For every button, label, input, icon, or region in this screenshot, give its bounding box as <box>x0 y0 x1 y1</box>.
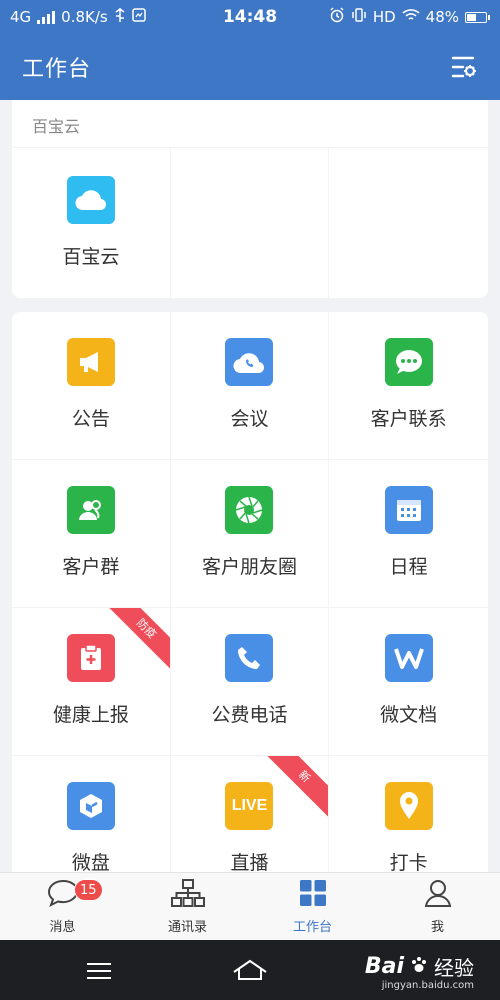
grid-icon <box>298 878 328 912</box>
home-icon[interactable] <box>232 958 268 986</box>
app-label: 微文档 <box>380 704 438 726</box>
app-label: 客户朋友圈 <box>201 556 297 578</box>
person-icon <box>423 878 453 912</box>
group-icon <box>66 486 115 534</box>
watermark-text: 经验 <box>434 956 474 980</box>
notification-icon <box>131 8 146 26</box>
paw-icon <box>410 956 428 978</box>
aperture-icon <box>225 486 274 534</box>
app-checkin[interactable]: 打卡 <box>329 756 488 872</box>
app-label: 客户联系 <box>370 408 447 430</box>
bottom-tab-bar: 15 消息 通讯录 工作台 我 <box>0 872 500 940</box>
network-type: 4G <box>10 8 32 26</box>
tab-me[interactable]: 我 <box>375 873 500 940</box>
settings-filter-icon[interactable] <box>450 53 478 81</box>
app-header: 工作台 <box>0 34 500 100</box>
calendar-icon <box>384 486 433 534</box>
alarm-icon <box>329 7 345 27</box>
chat-bubble-icon <box>384 338 433 386</box>
health-report-icon <box>66 634 115 682</box>
tab-label: 工作台 <box>292 920 332 935</box>
app-label: 公告 <box>71 408 110 430</box>
wifi-icon <box>402 8 420 26</box>
empty-cell <box>171 148 330 298</box>
vibrate-icon <box>351 7 367 27</box>
tab-messages[interactable]: 15 消息 <box>0 873 125 940</box>
app-label: 健康上报 <box>52 704 129 726</box>
tab-label: 我 <box>430 920 444 935</box>
document-w-icon <box>384 634 433 682</box>
apps-card: 公告 会议 客户联系 客户群 客户朋友圈 日程 防疫 健康上报 公费电话 微文档… <box>12 312 488 872</box>
battery-icon <box>465 11 490 23</box>
app-baibaoyun[interactable]: 百宝云 <box>12 148 171 298</box>
app-label: 公费电话 <box>211 704 288 726</box>
app-live[interactable]: 新 LIVE 直播 <box>171 756 330 872</box>
app-docs[interactable]: 微文档 <box>329 608 488 756</box>
app-drive[interactable]: 微盘 <box>12 756 171 872</box>
tab-workbench[interactable]: 工作台 <box>250 873 375 940</box>
app-customer-contact[interactable]: 客户联系 <box>329 312 488 460</box>
status-bar: 4G 0.8K/s 14:48 HD 48% <box>0 0 500 34</box>
app-label: 打卡 <box>389 852 428 872</box>
drive-icon <box>66 782 115 830</box>
app-label: 百宝云 <box>62 246 120 268</box>
hd-label: HD <box>372 8 396 26</box>
app-meeting[interactable]: 会议 <box>170 312 330 460</box>
app-schedule[interactable]: 日程 <box>329 460 488 608</box>
battery-percent: 48% <box>425 8 459 26</box>
live-icon: LIVE <box>225 782 274 830</box>
phone-icon <box>225 634 274 682</box>
empty-cell <box>329 148 488 298</box>
tab-label: 通讯录 <box>167 920 207 935</box>
cloud-icon <box>66 176 115 224</box>
location-pin-icon <box>384 782 433 830</box>
section-baibaoyun: 百宝云 百宝云 <box>12 100 488 298</box>
network-speed: 0.8K/s <box>61 8 108 26</box>
section-title: 百宝云 <box>12 100 488 148</box>
app-label: 微盘 <box>71 852 110 872</box>
app-label: 客户群 <box>62 556 120 578</box>
tab-contacts[interactable]: 通讯录 <box>125 873 250 940</box>
app-label: 日程 <box>389 556 428 578</box>
app-customer-moments[interactable]: 客户朋友圈 <box>170 460 330 608</box>
live-icon-text: LIVE <box>231 797 268 814</box>
signal-icon <box>37 10 56 24</box>
megaphone-icon <box>66 338 115 386</box>
app-label: 会议 <box>230 408 269 430</box>
app-public-phone[interactable]: 公费电话 <box>170 608 330 756</box>
unread-badge: 15 <box>74 879 103 901</box>
app-health-report[interactable]: 防疫 健康上报 <box>12 608 171 756</box>
app-customer-group[interactable]: 客户群 <box>12 460 171 608</box>
workbench-content[interactable]: 百宝云 百宝云 公告 会议 客户联系 客户群 客户朋友圈 日程 防疫 健康上报 … <box>0 100 500 872</box>
baidu-watermark: Bai 经验 <box>365 952 474 981</box>
meeting-cloud-phone-icon <box>225 338 274 386</box>
app-announcement[interactable]: 公告 <box>12 312 171 460</box>
system-nav-bar: Bai 经验 jingyan.baidu.com <box>0 940 500 1000</box>
page-title: 工作台 <box>22 57 92 82</box>
usb-icon <box>114 8 126 26</box>
top-bar: 4G 0.8K/s 14:48 HD 48% 工作台 <box>0 0 500 100</box>
app-label: 直播 <box>230 852 269 872</box>
tab-label: 消息 <box>49 920 76 935</box>
watermark-brand: Bai <box>364 954 404 979</box>
menu-icon[interactable] <box>86 962 112 984</box>
watermark-url: jingyan.baidu.com <box>381 980 474 991</box>
org-chart-icon <box>170 878 206 912</box>
